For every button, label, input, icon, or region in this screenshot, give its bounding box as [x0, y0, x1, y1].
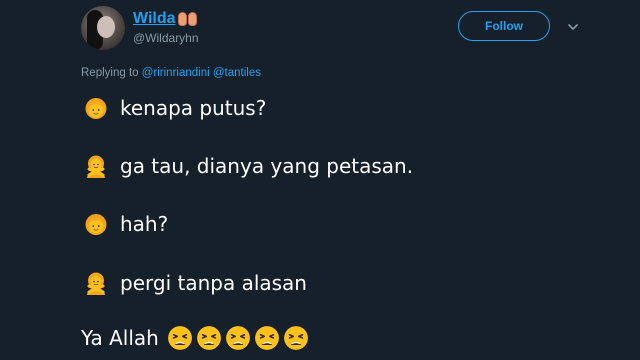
display-name[interactable]: Wilda: [133, 10, 176, 28]
tweet-line-3: hah?: [84, 212, 168, 236]
name-emoji-icon: [177, 12, 197, 26]
tweet-line-2: ga tau, dianya yang petasan.: [84, 154, 413, 178]
tired-face-emoji-row: [167, 325, 309, 351]
tweet-line-4-text: pergi tanpa alasan: [120, 271, 307, 295]
mention-ririnriandini[interactable]: @ririnriandini: [142, 67, 210, 79]
tired-face-emoji: [225, 326, 250, 350]
woman-emoji: [84, 212, 108, 236]
follow-button[interactable]: Follow: [458, 11, 550, 41]
person-gesturing-no-emoji: [84, 154, 108, 178]
tired-face-emoji: [196, 326, 221, 350]
tweet-line-1-text: kenapa putus?: [120, 96, 267, 120]
avatar-face: [97, 16, 115, 38]
chevron-down-icon[interactable]: [566, 20, 580, 34]
tweet-line-1: kenapa putus?: [84, 96, 266, 120]
tired-face-emoji: [254, 326, 279, 350]
tweet-line-4: pergi tanpa alasan: [84, 271, 307, 295]
tired-face-emoji: [167, 326, 192, 350]
tired-face-emoji: [283, 326, 308, 350]
name-row: Wilda: [133, 8, 197, 30]
person-gesturing-no-emoji: [84, 271, 108, 295]
tweet-line-5: Ya Allah: [81, 325, 309, 351]
woman-emoji: [84, 96, 108, 120]
replying-to: Replying to @ririnriandini @tantiles: [81, 67, 261, 79]
tweet-line-3-text: hah?: [120, 212, 169, 236]
name-emoji-part-2: [187, 12, 197, 26]
tweet-card: Wilda @Wildaryhn Follow Replying to @rir…: [0, 0, 640, 360]
avatar[interactable]: [81, 6, 125, 50]
tweet-line-2-text: ga tau, dianya yang petasan.: [120, 154, 414, 178]
tweet-line-5-text: Ya Allah: [81, 326, 159, 350]
name-emoji-part-1: [177, 12, 187, 26]
mention-tantiles[interactable]: @tantiles: [213, 67, 261, 79]
replying-to-prefix: Replying to: [81, 67, 142, 79]
user-handle[interactable]: @Wildaryhn: [133, 31, 199, 45]
